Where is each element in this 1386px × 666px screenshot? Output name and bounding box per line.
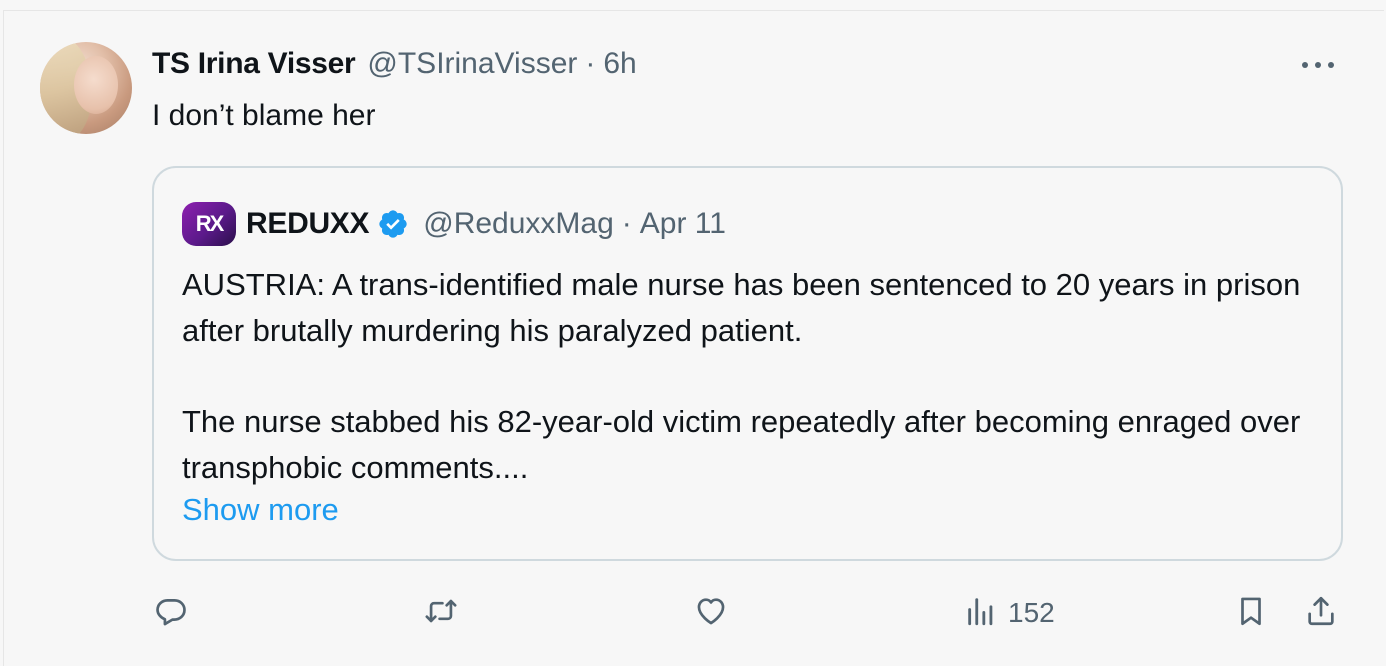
quoted-author-name[interactable]: REDUXX xyxy=(246,207,370,241)
heart-icon xyxy=(694,594,728,633)
quoted-avatar-logo: RX xyxy=(195,211,225,236)
quoted-paragraph: The nurse stabbed his 82-year-old victim… xyxy=(182,404,1301,485)
views-button[interactable]: 152 xyxy=(964,590,1055,636)
more-dot xyxy=(1315,62,1321,68)
views-icon xyxy=(964,594,998,633)
show-more-link[interactable]: Show more xyxy=(182,488,339,532)
tweet-text: I don’t blame her xyxy=(152,99,376,132)
retweet-button[interactable] xyxy=(424,590,458,636)
bookmark-icon xyxy=(1234,594,1268,633)
quoted-tweet[interactable]: RX REDUXX @ReduxxMag · Apr 11 AUSTRIA: A… xyxy=(152,166,1343,561)
action-bar: 152 xyxy=(0,590,1386,636)
more-options-button[interactable] xyxy=(1296,52,1340,78)
quoted-header-separator: · xyxy=(621,207,632,240)
author-name[interactable]: TS Irina Visser xyxy=(152,44,356,84)
more-dot xyxy=(1328,62,1334,68)
like-button[interactable] xyxy=(694,590,728,636)
quoted-text: AUSTRIA: A trans-identified male nurse h… xyxy=(182,262,1322,491)
verified-badge-icon xyxy=(377,208,409,240)
author-handle[interactable]: @TSIrinaVisser xyxy=(367,44,577,84)
quoted-avatar[interactable]: RX xyxy=(182,202,236,246)
bookmark-button[interactable] xyxy=(1234,590,1268,636)
tweet-header: TS Irina Visser @TSIrinaVisser · 6h xyxy=(152,44,637,84)
reply-icon xyxy=(154,594,188,633)
quoted-paragraph: AUSTRIA: A trans-identified male nurse h… xyxy=(182,267,1301,348)
tweet-time[interactable]: 6h xyxy=(603,44,636,84)
retweet-icon xyxy=(424,594,458,633)
share-icon xyxy=(1304,594,1338,633)
share-button[interactable] xyxy=(1304,590,1338,636)
author-avatar[interactable] xyxy=(40,42,132,134)
quoted-date[interactable]: Apr 11 xyxy=(640,207,726,241)
header-separator: · xyxy=(585,47,596,80)
reply-button[interactable] xyxy=(154,590,188,636)
views-count: 152 xyxy=(1008,597,1055,628)
quoted-header: RX REDUXX @ReduxxMag · Apr 11 xyxy=(182,202,726,246)
avatar-face xyxy=(74,56,118,114)
more-dot xyxy=(1302,62,1308,68)
quoted-author-handle[interactable]: @ReduxxMag xyxy=(423,207,614,241)
